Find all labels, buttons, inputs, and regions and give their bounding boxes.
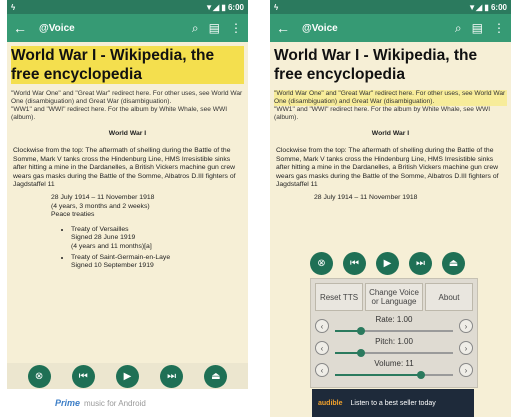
image-description: Clockwise from the top: The aftermath of… — [276, 147, 499, 189]
overflow-menu-icon[interactable]: ⋮ — [493, 21, 505, 35]
book-icon[interactable]: ▤ — [472, 21, 483, 35]
volume-increase-icon[interactable]: › — [459, 363, 473, 377]
panel-buttons: Reset TTS Change Voice or Language About — [311, 279, 477, 315]
treaty-name: Treaty of Versailles — [71, 225, 129, 233]
app-title: @Voice — [302, 22, 338, 34]
rate-row: ‹ Rate: 1.00 › — [311, 315, 477, 337]
ad-brand: Prime — [55, 398, 81, 408]
change-voice-button[interactable]: Change Voice or Language — [365, 283, 423, 311]
book-icon[interactable]: ▤ — [209, 21, 220, 35]
ad-logo: audible — [318, 399, 343, 407]
slider-thumb[interactable] — [356, 327, 365, 335]
notification-icon: ϟ — [274, 2, 279, 12]
rate-slider[interactable]: Rate: 1.00 — [335, 315, 453, 337]
slider-thumb[interactable] — [356, 349, 365, 357]
eject-icon[interactable]: ⏏ — [204, 364, 228, 388]
status-indicators: ▼◢ ▮ 6:00 — [468, 2, 507, 12]
next-icon[interactable]: ⏭ — [160, 364, 184, 388]
status-indicators: ▼◢ ▮ 6:00 — [205, 2, 244, 12]
volume-row: ‹ Volume: 11 › — [311, 359, 477, 381]
ad-subtext: music for Android — [84, 398, 146, 408]
playback-controls: ⊗ ⏮ ▶ ⏭ ⏏ — [7, 363, 248, 389]
stop-icon[interactable]: ⊗ — [310, 252, 333, 275]
back-arrow-icon[interactable]: ← — [13, 20, 31, 36]
phone-screen-right: ϟ ▼◢ ▮ 6:00 ← @Voice ⌕ ▤ ⋮ World War I -… — [270, 0, 511, 417]
app-bar: ← @Voice ⌕ ▤ ⋮ — [7, 14, 248, 42]
pitch-row: ‹ Pitch: 1.00 › — [311, 337, 477, 359]
search-icon[interactable]: ⌕ — [192, 21, 199, 36]
treaty-list: Treaty of Versailles Signed 28 June 1919… — [71, 226, 244, 271]
reset-tts-button[interactable]: Reset TTS — [315, 283, 363, 311]
dates-text: 28 July 1914 – 11 November 1918 — [314, 193, 418, 201]
ad-banner[interactable]: audible Listen to a best seller today — [312, 389, 474, 417]
pitch-label: Pitch: 1.00 — [375, 337, 413, 346]
notification-icon: ϟ — [11, 2, 16, 12]
redirect-note-2: "WW1" and "WWI" redirect here. For the a… — [274, 106, 491, 121]
rate-decrease-icon[interactable]: ‹ — [315, 319, 329, 333]
play-icon[interactable]: ▶ — [115, 364, 139, 388]
slider-thumb[interactable] — [417, 371, 426, 379]
phone-screen-left: ϟ ▼◢ ▮ 6:00 ← @Voice ⌕ ▤ ⋮ World War I -… — [7, 0, 248, 417]
back-arrow-icon[interactable]: ← — [276, 20, 294, 36]
war-dates: 28 July 1914 – 11 November 1918 (4 years… — [51, 194, 244, 220]
pitch-decrease-icon[interactable]: ‹ — [315, 341, 329, 355]
image-description: Clockwise from the top: The aftermath of… — [13, 147, 236, 189]
search-icon[interactable]: ⌕ — [455, 21, 462, 36]
rate-increase-icon[interactable]: › — [459, 319, 473, 333]
war-dates: 28 July 1914 – 11 November 1918 — [314, 194, 507, 203]
play-icon[interactable]: ▶ — [376, 252, 399, 275]
eject-icon[interactable]: ⏏ — [442, 252, 465, 275]
about-button[interactable]: About — [425, 283, 473, 311]
treaty-name: Treaty of Saint-Germain-en-Laye — [71, 253, 171, 261]
rate-label: Rate: 1.00 — [375, 315, 413, 324]
treaty-signed: Signed 28 June 1919 — [71, 234, 136, 242]
list-item: Treaty of Versailles Signed 28 June 1919… — [71, 226, 244, 252]
ad-text: Listen to a best seller today — [350, 399, 436, 407]
status-bar: ϟ ▼◢ ▮ 6:00 — [270, 0, 511, 14]
treaty-signed: Signed 10 September 1919 — [71, 262, 154, 270]
article-content: World War I - Wikipedia, the free encycl… — [270, 42, 511, 203]
app-title: @Voice — [39, 22, 75, 34]
next-icon[interactable]: ⏭ — [409, 252, 432, 275]
infobox-caption: World War I — [108, 130, 147, 137]
dates-text: 28 July 1914 – 11 November 1918 — [51, 193, 155, 201]
pitch-slider[interactable]: Pitch: 1.00 — [335, 337, 453, 359]
ad-banner[interactable]: Prime music for Android — [7, 389, 248, 417]
redirect-note-1: "World War One" and "Great War" redirect… — [11, 90, 243, 105]
app-bar: ← @Voice ⌕ ▤ ⋮ — [270, 14, 511, 42]
previous-icon[interactable]: ⏮ — [71, 364, 95, 388]
previous-icon[interactable]: ⏮ — [343, 252, 366, 275]
slider-fill — [335, 374, 422, 376]
overflow-menu-icon[interactable]: ⋮ — [230, 21, 242, 35]
list-item: Treaty of Saint-Germain-en-Laye Signed 1… — [71, 254, 244, 271]
article-content: World War I - Wikipedia, the free encycl… — [7, 42, 248, 271]
article-title: World War I - Wikipedia, the free encycl… — [274, 47, 478, 83]
redirect-note-1: "World War One" and "Great War" redirect… — [274, 90, 507, 106]
volume-decrease-icon[interactable]: ‹ — [315, 363, 329, 377]
treaty-duration: (4 years and 11 months)[a] — [71, 242, 152, 250]
status-bar: ϟ ▼◢ ▮ 6:00 — [7, 0, 248, 14]
tts-settings-panel: Reset TTS Change Voice or Language About… — [310, 278, 478, 388]
pitch-increase-icon[interactable]: › — [459, 341, 473, 355]
redirect-note-2: "WW1" and "WWI" redirect here. For the a… — [11, 106, 228, 121]
infobox-caption: World War I — [371, 130, 410, 137]
playback-controls: ⊗ ⏮ ▶ ⏭ ⏏ — [310, 252, 465, 275]
volume-label: Volume: 11 — [374, 359, 414, 368]
duration-text: (4 years, 3 months and 2 weeks) — [51, 202, 150, 210]
peace-text: Peace treaties — [51, 211, 95, 219]
stop-icon[interactable]: ⊗ — [27, 364, 51, 388]
article-title: World War I - Wikipedia, the free encycl… — [11, 46, 244, 84]
volume-slider[interactable]: Volume: 11 — [335, 359, 453, 381]
